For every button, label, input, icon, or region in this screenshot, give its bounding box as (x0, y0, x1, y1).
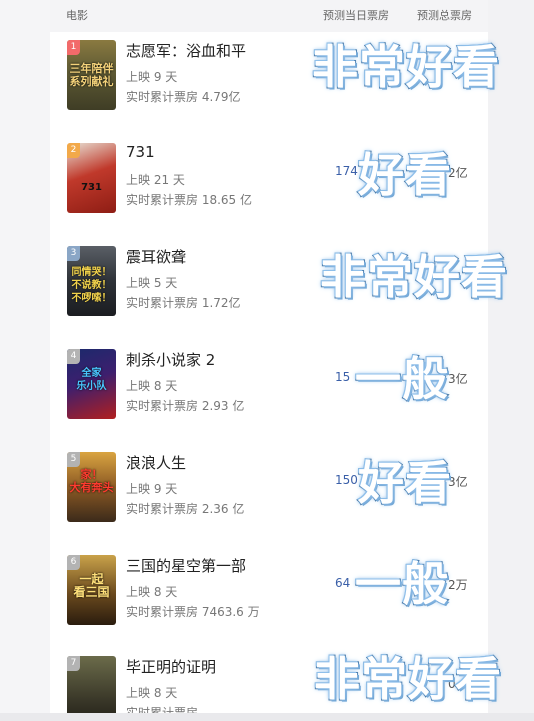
movie-poster[interactable]: 731 2 (67, 143, 116, 213)
movie-title[interactable]: 731 (126, 143, 155, 161)
rank-badge: 6 (67, 555, 80, 570)
days-released: 上映 21 天 (126, 173, 185, 187)
days-released: 上映 8 天 (126, 686, 178, 700)
rank-badge: 2 (67, 143, 80, 158)
rating-overlay: 一般 (354, 352, 449, 406)
column-header-total-forecast[interactable]: 预测总票房 (417, 7, 472, 23)
rank-badge: 5 (67, 452, 80, 467)
rating-overlay: 好看 (357, 148, 452, 202)
movie-title[interactable]: 毕正明的证明 (126, 656, 216, 677)
rank-badge: 1 (67, 40, 80, 55)
today-forecast-value: 174 (335, 164, 358, 178)
days-released: 上映 8 天 (126, 585, 178, 599)
days-released: 上映 9 天 (126, 70, 178, 84)
cumulative-box-office: 实时累计票房 2.36 亿 (126, 502, 245, 516)
days-released: 上映 8 天 (126, 379, 178, 393)
rating-overlay: 非常好看 (311, 40, 500, 94)
movie-poster[interactable]: 一起 看三国 6 (67, 555, 116, 625)
rank-badge: 4 (67, 349, 80, 364)
cumulative-box-office: 实时累计票房 7463.6 万 (126, 605, 260, 619)
today-forecast-value: 15 (335, 370, 351, 384)
movie-poster[interactable]: 全家 乐小队 4 (67, 349, 116, 419)
cumulative-box-office: 实时累计票房 2.93 亿 (126, 399, 245, 413)
movie-box-office-list: 电影 预测当日票房 预测总票房 三年陪伴 系列献礼 1 志愿军：浴血和平 上映 … (0, 0, 534, 721)
poster-text: 同情哭！ 不说教！ 不啰嗦！ (71, 267, 112, 304)
total-forecast-value: 3亿 (448, 372, 468, 386)
days-released: 上映 5 天 (126, 276, 178, 290)
movie-title[interactable]: 志愿军：浴血和平 (126, 40, 246, 61)
movie-poster[interactable]: 三年陪伴 系列献礼 1 (67, 40, 116, 110)
movie-title[interactable]: 震耳欲聋 (126, 246, 186, 267)
total-forecast-value: 2万 (448, 578, 468, 592)
rating-overlay: 非常好看 (319, 250, 508, 304)
movie-poster[interactable]: 7 (67, 656, 116, 721)
days-released: 上映 9 天 (126, 482, 178, 496)
cumulative-box-office: 实时累计票房 4.79亿 (126, 90, 241, 104)
rating-overlay: 一般 (354, 557, 449, 611)
column-header-today-forecast[interactable]: 预测当日票房 (323, 7, 389, 23)
poster-text: 一起 看三国 (73, 572, 110, 599)
movie-poster[interactable]: 同情哭！ 不说教！ 不啰嗦！ 3 (67, 246, 116, 316)
poster-text: 全家 乐小队 (76, 368, 107, 392)
today-forecast-value: 64 (335, 576, 351, 590)
today-forecast-value: 150 (335, 473, 358, 487)
bottom-edge (0, 713, 534, 721)
list-header: 电影 预测当日票房 预测总票房 (50, 0, 488, 32)
rank-badge: 7 (67, 656, 80, 671)
left-gutter (0, 0, 50, 721)
rating-overlay: 非常好看 (313, 652, 502, 706)
cumulative-box-office: 实时累计票房 1.72亿 (126, 296, 241, 310)
movie-poster[interactable]: 家！ 大有奔头 5 (67, 452, 116, 522)
movie-title[interactable]: 三国的星空第一部 (126, 555, 246, 576)
poster-text: 家！ 大有奔头 (69, 468, 114, 494)
poster-text: 三年陪伴 系列献礼 (69, 62, 114, 88)
cumulative-box-office: 实时累计票房 18.65 亿 (126, 193, 252, 207)
right-gutter (488, 0, 534, 721)
column-header-film: 电影 (66, 9, 88, 22)
poster-text: 731 (81, 182, 102, 193)
movie-title[interactable]: 刺杀小说家 2 (126, 349, 215, 370)
rank-badge: 3 (67, 246, 80, 261)
rating-overlay: 好看 (357, 456, 452, 510)
movie-title[interactable]: 浪浪人生 (126, 452, 186, 473)
